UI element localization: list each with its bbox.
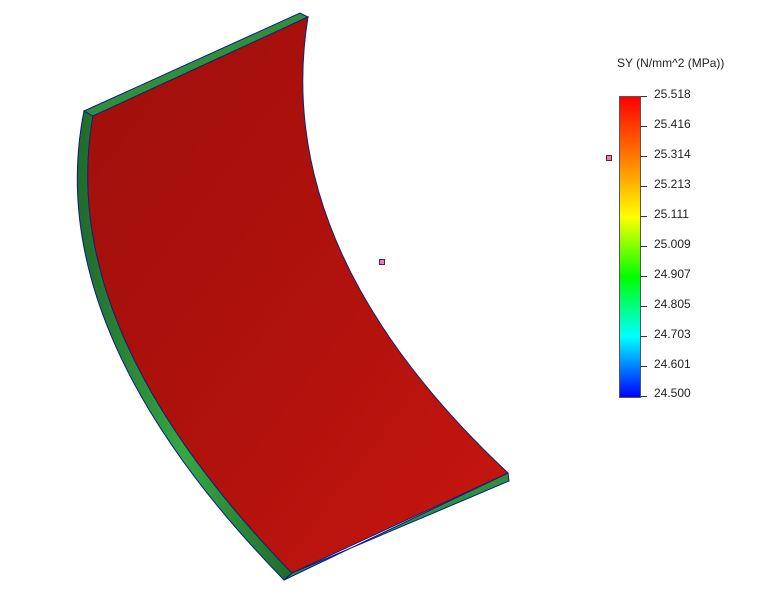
legend-tick-mark: [641, 186, 647, 187]
legend-tick-mark: [641, 246, 647, 247]
probe-marker[interactable]: [606, 155, 612, 161]
legend-tick-label: 24.601: [654, 357, 691, 371]
legend-tick-mark: [641, 96, 647, 97]
legend-tick-mark: [641, 336, 647, 337]
legend-tick-label: 24.805: [654, 297, 691, 311]
legend-tick-label: 24.500: [654, 386, 691, 400]
legend-tick-label: 25.314: [654, 147, 691, 161]
legend-tick-mark: [641, 366, 647, 367]
legend-tick-mark: [641, 216, 647, 217]
legend-color-bar: [619, 96, 641, 398]
legend-tick-label: 25.416: [654, 117, 691, 131]
legend-tick-mark: [641, 156, 647, 157]
legend-tick-label: 25.518: [654, 87, 691, 101]
legend-tick-label: 24.703: [654, 327, 691, 341]
probe-marker[interactable]: [379, 259, 385, 265]
legend-tick-label: 24.907: [654, 267, 691, 281]
shell-face[interactable]: [87, 16, 509, 574]
legend-tick-mark: [641, 276, 647, 277]
legend-tick-label: 25.009: [654, 237, 691, 251]
legend-tick-label: 25.213: [654, 177, 691, 191]
legend-tick-mark: [641, 126, 647, 127]
legend-title: SY (N/mm^2 (MPa)): [617, 56, 725, 70]
legend-tick-mark: [641, 396, 647, 397]
legend-tick-mark: [641, 306, 647, 307]
legend-tick-label: 25.111: [654, 207, 689, 221]
